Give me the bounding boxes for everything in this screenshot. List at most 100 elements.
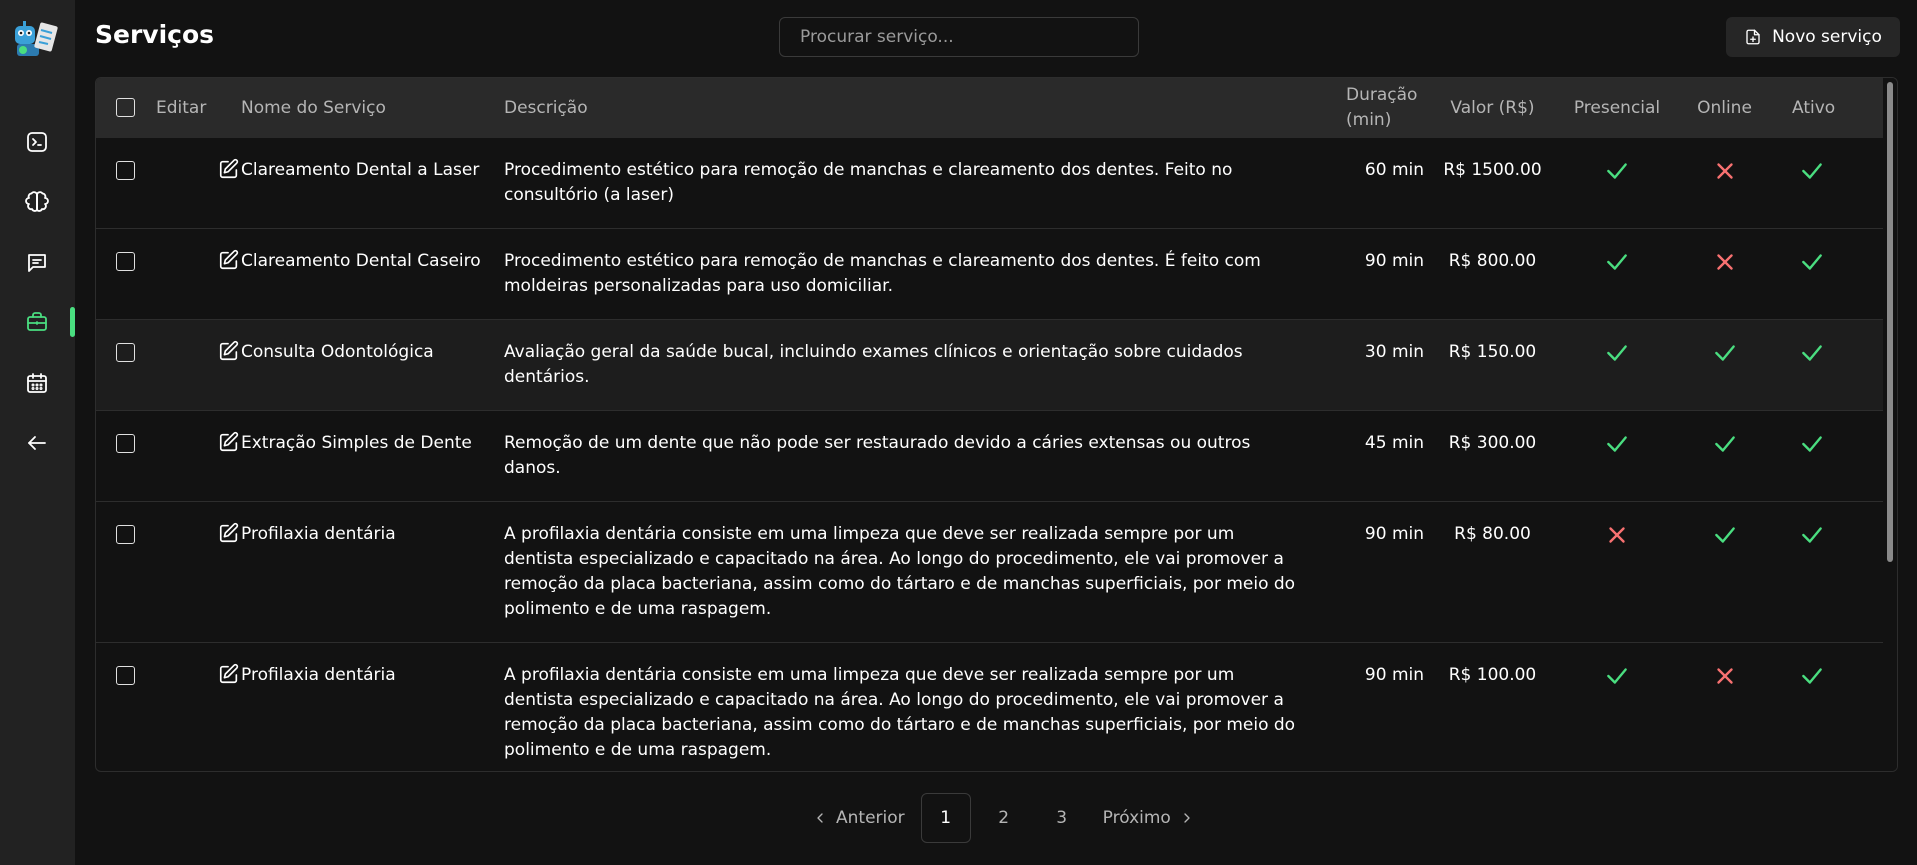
column-header-description[interactable]: Descrição [494,78,1336,138]
page-title: Serviços [95,20,215,49]
service-description: A profilaxia dentária consiste em uma li… [504,665,1296,760]
service-duration: 90 min [1364,665,1424,685]
new-service-label: Novo serviço [1772,27,1882,47]
check-icon [1714,527,1735,543]
edit-icon[interactable] [218,663,240,685]
services-table-container: Editar Nome do Serviço Descrição Duração… [95,77,1898,772]
sidebar-item-chat[interactable] [22,248,52,278]
new-service-button[interactable]: Novo serviço [1726,17,1900,57]
column-header-presencial[interactable]: Presencial [1553,78,1681,138]
active-indicator [70,307,75,337]
check-icon [1801,527,1822,543]
pagination-previous[interactable]: Anterior [800,793,917,843]
column-header-price[interactable]: Valor (R$) [1432,78,1553,138]
check-icon [1607,345,1627,361]
edit-icon[interactable] [218,158,240,180]
table-row[interactable]: Profilaxia dentária A profilaxia dentária… [96,502,1885,643]
chevron-right-icon [1184,813,1190,823]
column-header-name[interactable]: Nome do Serviço [231,78,494,138]
chevron-left-icon [817,813,823,823]
table-row[interactable]: Clareamento Dental Caseiro Procedimento e… [96,229,1885,320]
row-checkbox[interactable] [116,666,135,685]
pagination: Anterior 1 2 3 Próximo [800,793,1207,843]
service-active [1768,411,1885,502]
app-logo[interactable] [13,18,61,58]
service-name: Clareamento Dental Caseiro [241,251,481,271]
row-checkbox[interactable] [116,161,135,180]
service-presencial [1553,411,1681,502]
edit-icon[interactable] [218,340,240,362]
check-icon [1607,668,1627,684]
services-table: Editar Nome do Serviço Descrição Duração… [96,78,1885,772]
table-row[interactable]: Consulta Odontológica Avaliação geral da … [96,319,1885,411]
scrollbar-thumb[interactable] [1887,82,1893,562]
service-presencial [1553,229,1681,320]
service-presencial [1553,502,1681,643]
check-icon [1801,163,1822,179]
cross-icon [1716,163,1733,179]
cross-icon [1716,254,1733,270]
sidebar-item-terminal[interactable] [22,127,52,157]
service-presencial [1553,643,1681,772]
check-icon [1801,345,1822,361]
sidebar [0,0,75,865]
service-name: Extração Simples de Dente [241,433,472,453]
service-price: R$ 100.00 [1448,665,1537,685]
page-number-1[interactable]: 1 [920,793,971,843]
column-header-active[interactable]: Ativo [1768,78,1885,138]
edit-icon[interactable] [218,522,240,544]
terminal-icon [27,132,47,152]
file-plus-icon [1746,29,1760,45]
check-icon [1607,436,1627,452]
page-number-2[interactable]: 2 [979,793,1029,843]
search-input[interactable] [779,17,1139,57]
select-all-checkbox[interactable] [116,97,135,117]
service-price: R$ 1500.00 [1443,160,1542,180]
service-presencial [1553,320,1681,411]
service-description: Procedimento estético para remoção de ma… [504,160,1233,205]
pagination-next[interactable]: Próximo [1091,793,1207,843]
pagination-next-label: Próximo [1102,808,1171,828]
check-icon [1607,163,1627,179]
column-header-duration[interactable]: Duração (min) [1336,78,1432,138]
row-checkbox[interactable] [116,525,135,544]
table-row[interactable]: Extração Simples de Dente Remoção de um d… [96,411,1885,502]
edit-icon[interactable] [218,431,240,453]
arrow-left-icon [28,436,46,450]
check-icon [1714,345,1735,361]
service-price: R$ 800.00 [1448,251,1537,271]
service-online [1681,320,1768,411]
page-number-3[interactable]: 3 [1037,793,1087,843]
service-online [1681,502,1768,643]
sidebar-item-calendar[interactable] [22,368,52,398]
row-checkbox[interactable] [116,252,135,271]
sidebar-item-back[interactable] [22,428,52,458]
table-row[interactable]: Profilaxia dentária A profilaxia dentária… [96,643,1885,772]
service-duration: 90 min [1364,524,1424,544]
column-header-duration-label: Duração (min) [1346,85,1418,130]
row-checkbox[interactable] [116,434,135,453]
table-scrollbar[interactable] [1883,78,1897,771]
service-duration: 90 min [1364,251,1424,271]
service-presencial [1553,138,1681,229]
service-duration: 30 min [1364,342,1424,362]
service-name: Consulta Odontológica [241,342,434,362]
row-checkbox[interactable] [116,343,135,362]
sidebar-item-services[interactable] [22,307,52,337]
table-row[interactable]: Clareamento Dental a Laser Procedimento e… [96,138,1885,229]
service-price: R$ 150.00 [1448,342,1537,362]
column-header-online[interactable]: Online [1681,78,1768,138]
service-online [1681,643,1768,772]
check-icon [1801,254,1822,270]
service-price: R$ 300.00 [1448,433,1537,453]
check-icon [1714,436,1735,452]
service-active [1768,643,1885,772]
check-icon [1607,254,1627,270]
chat-icon [28,254,46,272]
column-header-edit: Editar [156,98,207,118]
sidebar-item-brain[interactable] [22,187,52,217]
service-duration: 60 min [1364,160,1424,180]
service-name: Clareamento Dental a Laser [241,160,480,180]
service-online [1681,138,1768,229]
edit-icon[interactable] [218,249,240,271]
